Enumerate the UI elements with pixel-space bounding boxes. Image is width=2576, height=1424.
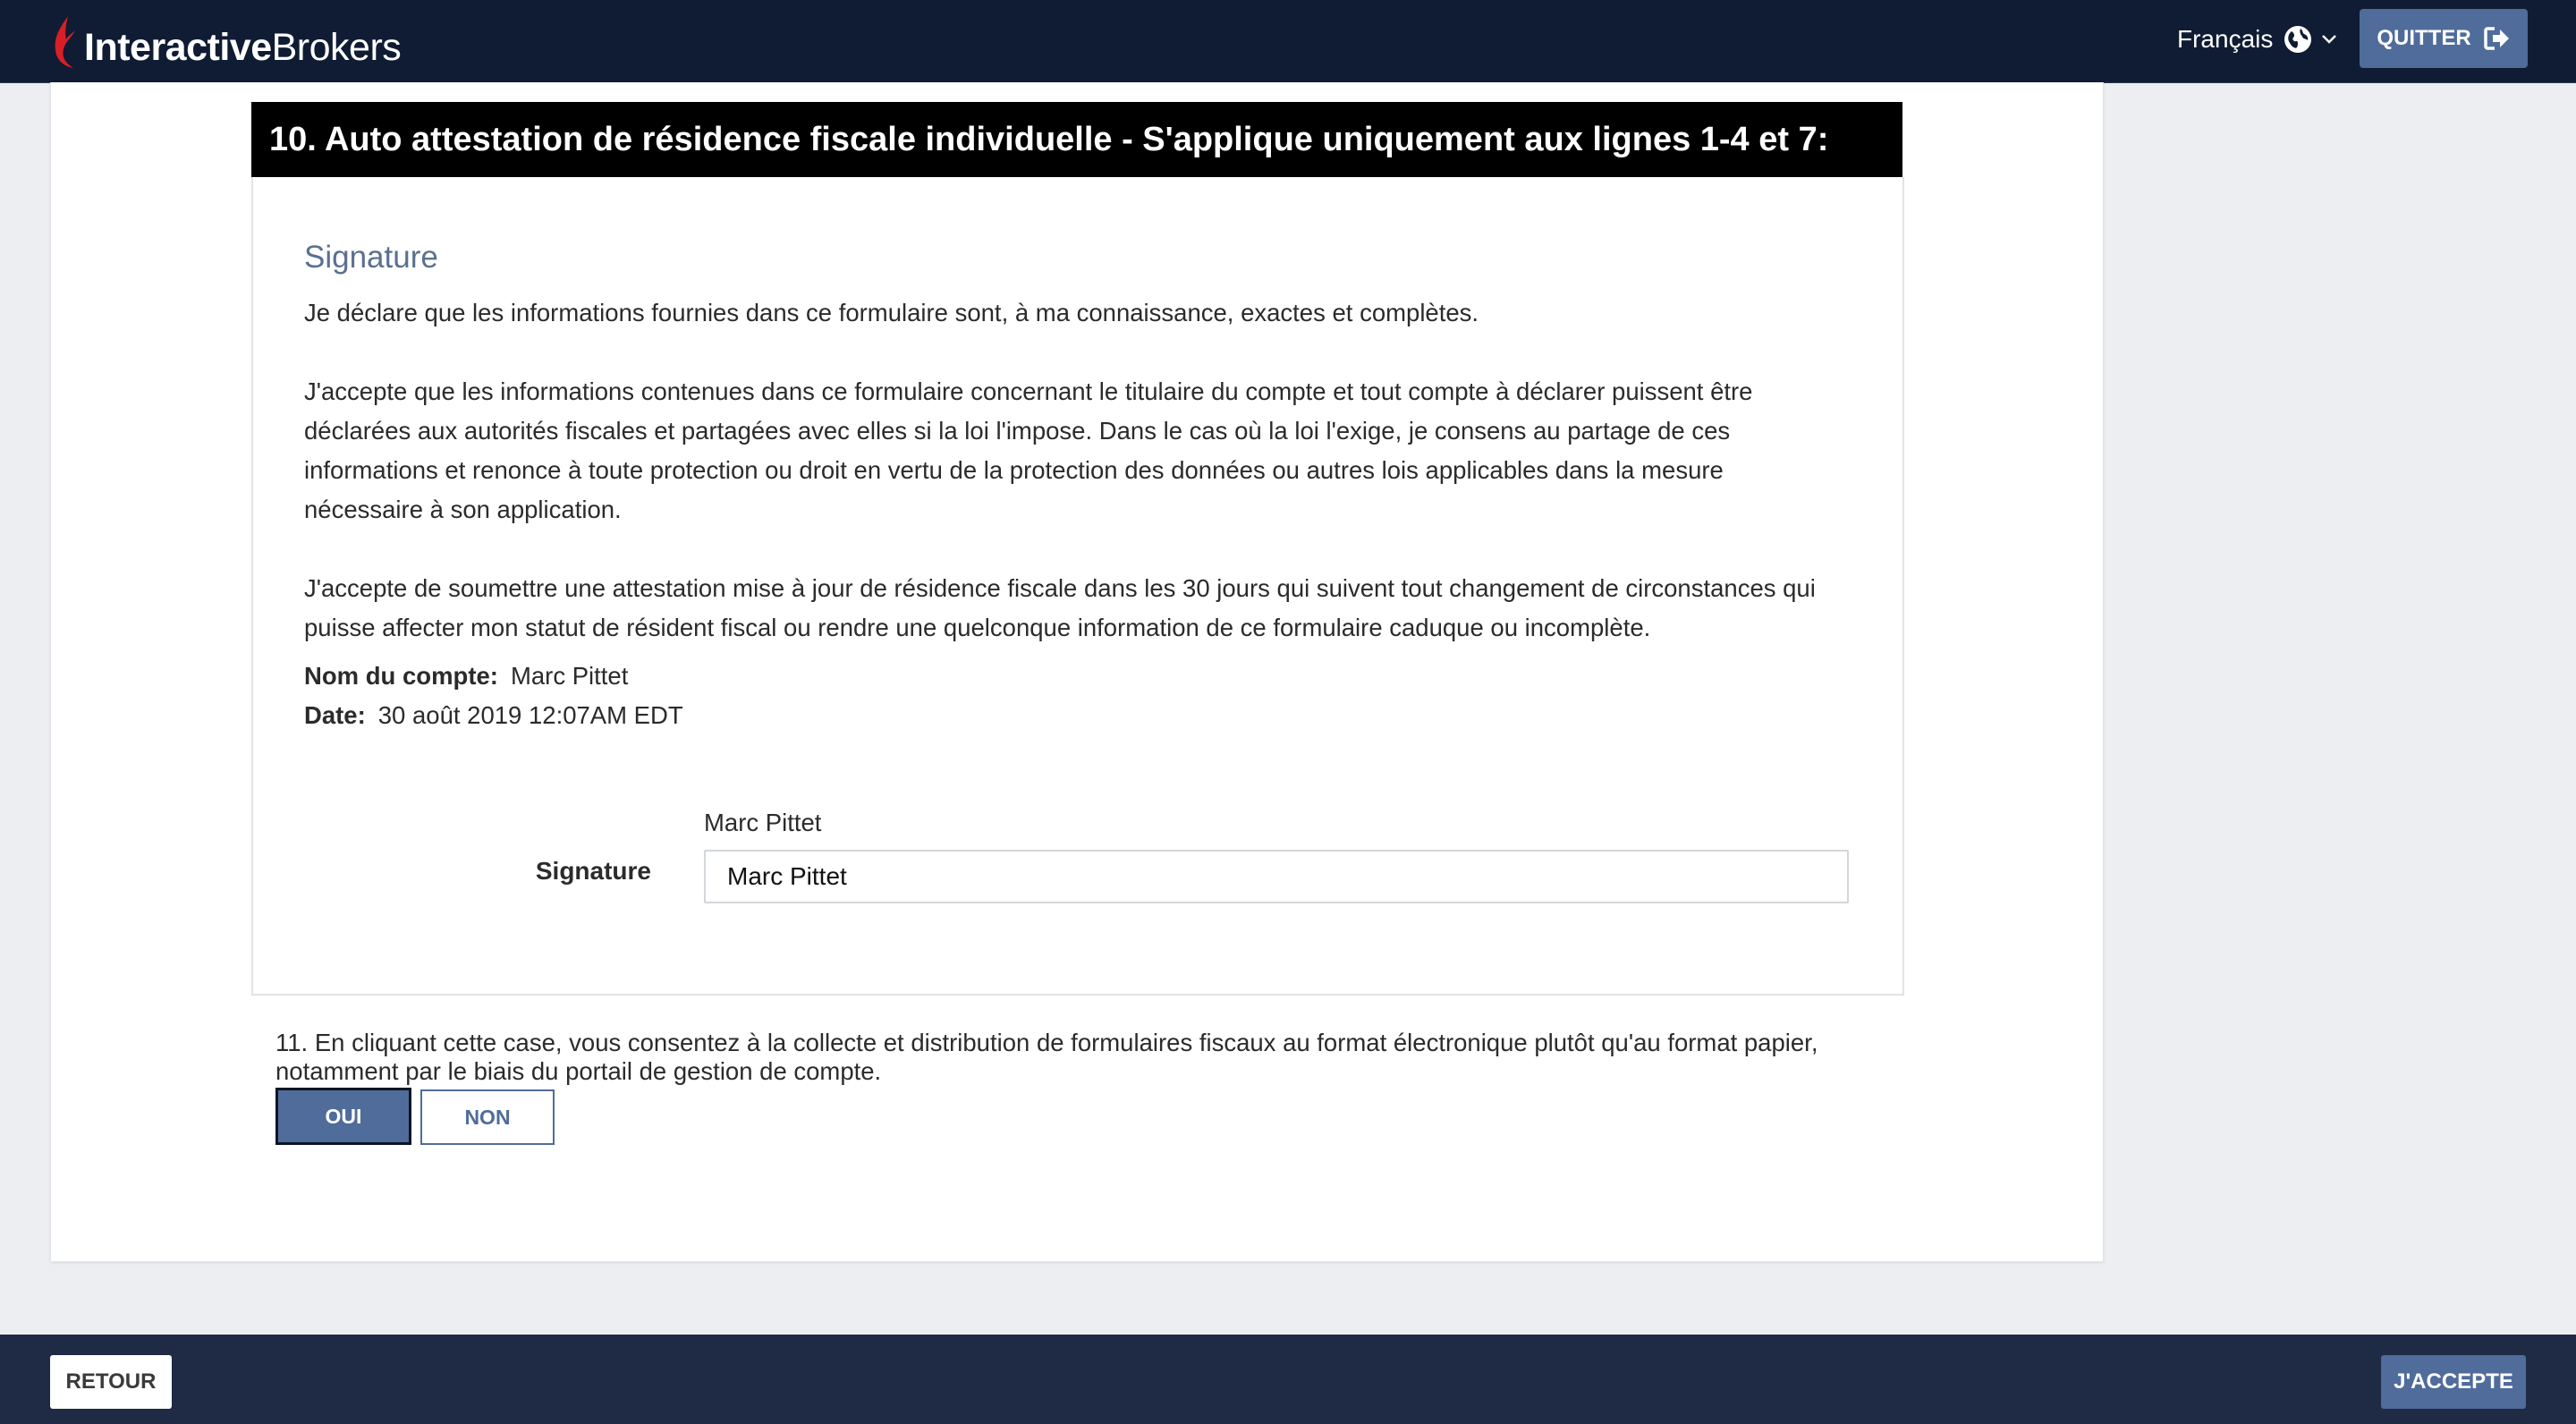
declaration-paragraph-3: J'accepte de soumettre une attestation m… bbox=[304, 574, 1816, 641]
quit-button[interactable]: QUITTER bbox=[2360, 9, 2528, 68]
ib-flame-logo-icon bbox=[55, 16, 75, 68]
back-button[interactable]: RETOUR bbox=[50, 1355, 172, 1409]
signature-heading: Signature bbox=[304, 240, 438, 275]
globe-icon bbox=[2284, 26, 2312, 53]
interactive-brokers-logo[interactable]: InteractiveBrokers bbox=[52, 16, 402, 69]
section-10-title: 10. Auto attestation de résidence fiscal… bbox=[251, 102, 1902, 177]
declaration-paragraph-2: J'accepte que les informations contenues… bbox=[304, 377, 1753, 523]
accept-button[interactable]: J'ACCEPTE bbox=[2381, 1355, 2526, 1409]
brand-light: Brokers bbox=[271, 26, 402, 69]
quit-label: QUITTER bbox=[2377, 26, 2471, 50]
brand-bold: Interactive bbox=[84, 26, 272, 69]
signature-input[interactable] bbox=[704, 850, 1849, 903]
no-button[interactable]: NON bbox=[420, 1089, 555, 1145]
date-value: 30 août 2019 12:07AM EDT bbox=[377, 701, 683, 729]
brand-wordmark: InteractiveBrokers bbox=[84, 26, 402, 69]
declaration-paragraph-1: Je déclare que les informations fournies… bbox=[304, 299, 1479, 326]
question-11-text: 11. En cliquant cette case, vous consent… bbox=[275, 1029, 1818, 1085]
account-name-label: Nom du compte: bbox=[304, 662, 498, 690]
signature-expected-name: Marc Pittet bbox=[704, 809, 822, 836]
bottom-action-bar: RETOUR J'ACCEPTE bbox=[0, 1335, 2576, 1424]
language-label: Français bbox=[2177, 25, 2274, 53]
date-label: Date: bbox=[304, 701, 366, 729]
account-name-value: Marc Pittet bbox=[510, 662, 629, 690]
sign-out-icon bbox=[2483, 27, 2509, 50]
chevron-down-icon bbox=[2322, 35, 2337, 44]
yes-button[interactable]: OUI bbox=[275, 1088, 411, 1145]
top-navigation-bar: InteractiveBrokers Français QUITTER bbox=[0, 0, 2576, 83]
signature-field-label: Signature bbox=[535, 857, 651, 885]
date-row: Date: 30 août 2019 12:07AM EDT bbox=[304, 696, 683, 735]
language-selector[interactable]: Français bbox=[2177, 20, 2337, 59]
account-name-row: Nom du compte: Marc Pittet bbox=[304, 657, 628, 696]
